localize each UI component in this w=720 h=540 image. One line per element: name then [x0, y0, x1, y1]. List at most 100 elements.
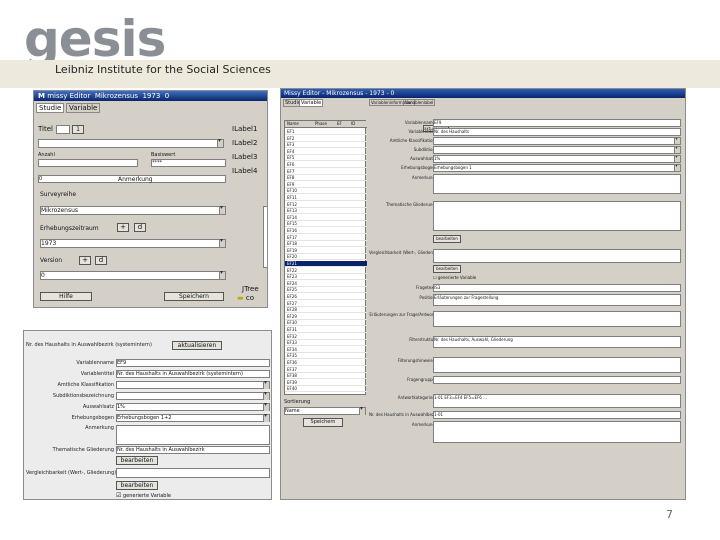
table-row[interactable]: EF33: [285, 340, 367, 347]
zoom-variablentitel-field[interactable]: Nr. des Haushalts in Auswahlbezirk (syst…: [116, 370, 270, 378]
table-row[interactable]: EF10: [285, 188, 367, 195]
zoom-subdiktion-select[interactable]: [116, 390, 270, 400]
form-field[interactable]: [433, 249, 681, 263]
zoom-erhebungsbogen-select[interactable]: Erhebungsbogen 1+2: [116, 412, 270, 422]
form-field[interactable]: [433, 201, 681, 231]
table-row[interactable]: EF19: [285, 248, 367, 254]
table-row[interactable]: EF20: [285, 254, 367, 261]
col-name-header[interactable]: Name: [287, 121, 299, 126]
form-field[interactable]: IS3: [433, 284, 681, 292]
var-tab-variable[interactable]: Variable: [299, 99, 324, 107]
table-row[interactable]: EF39: [285, 380, 367, 386]
subtab-label[interactable]: Variablenlabel: [403, 99, 436, 106]
table-row[interactable]: EF30: [285, 320, 367, 327]
zoom-anmerkung-field[interactable]: [116, 425, 270, 445]
zoom-aktualisieren-button[interactable]: aktualisieren: [172, 341, 222, 350]
zoom-klassifikation-select[interactable]: [116, 379, 270, 389]
period-delete-button[interactable]: d: [134, 223, 146, 232]
zoom-variablenname-field[interactable]: EF9: [116, 359, 270, 367]
table-row[interactable]: EF4: [285, 149, 367, 155]
tree-item-0[interactable]: ▬ co: [237, 294, 254, 302]
tab-studie[interactable]: Studie: [36, 103, 65, 113]
table-row[interactable]: EF7: [285, 169, 367, 175]
table-row[interactable]: EF24: [285, 281, 367, 287]
zoom-vergleich-bearbeiten-button[interactable]: bearbeiten: [116, 481, 158, 490]
table-row[interactable]: EF11: [285, 195, 367, 201]
table-row[interactable]: EF32: [285, 334, 367, 340]
tab-variable[interactable]: Variable: [66, 103, 101, 113]
table-row[interactable]: EF9: [285, 182, 367, 188]
speichern-button[interactable]: Speichern: [164, 292, 224, 301]
table-row[interactable]: EF29: [285, 314, 367, 320]
sortierung-select[interactable]: Name: [284, 405, 366, 415]
form-field[interactable]: EF9: [433, 119, 681, 127]
period-add-button[interactable]: +: [117, 223, 129, 232]
table-row[interactable]: EF40: [285, 386, 367, 393]
table-row[interactable]: EF36: [285, 360, 367, 366]
var-speichern-button[interactable]: Speichern: [303, 418, 343, 427]
form-field[interactable]: Erhebungsbogen 1: [433, 164, 681, 172]
thema-bearbeiten-button[interactable]: bearbeiten: [433, 235, 461, 243]
anzahl-field[interactable]: [38, 159, 138, 167]
version-select[interactable]: 0: [40, 269, 226, 280]
title-button[interactable]: 1: [72, 125, 84, 134]
table-row[interactable]: EF13: [285, 208, 367, 215]
hilfe-button[interactable]: Hilfe: [40, 292, 92, 301]
zoom-auswahlsatz-select[interactable]: 1%: [116, 401, 270, 411]
col-id-header[interactable]: ID: [351, 121, 355, 126]
form-field[interactable]: [433, 311, 681, 327]
period-select[interactable]: 1973: [40, 237, 226, 248]
top-select[interactable]: [38, 137, 224, 148]
ilabel-list[interactable]: [263, 206, 267, 268]
form-field[interactable]: [433, 357, 681, 373]
form-field[interactable]: [433, 146, 681, 154]
table-row[interactable]: EF34: [285, 347, 367, 353]
form-field[interactable]: [433, 421, 681, 443]
table-row[interactable]: EF17: [285, 235, 367, 241]
zoom-vergleichbarkeit-field[interactable]: [116, 468, 270, 478]
version-add-button[interactable]: +: [79, 256, 91, 265]
table-row[interactable]: EF35: [285, 353, 367, 360]
zoom-thematische-field[interactable]: Nr. des Haushalts in Auswahlbezirk: [116, 446, 270, 454]
table-row[interactable]: EF6: [285, 162, 367, 168]
table-row[interactable]: EF25: [285, 287, 367, 294]
table-row[interactable]: EF12: [285, 202, 367, 208]
table-row[interactable]: EF3: [285, 142, 367, 149]
table-row[interactable]: EF14: [285, 215, 367, 221]
var-generated-checkbox[interactable]: ☐ generierte Variable: [433, 275, 476, 280]
col-phase-header[interactable]: Phase: [315, 121, 327, 126]
table-row[interactable]: EF28: [285, 307, 367, 314]
col-ef-header[interactable]: EF: [337, 121, 342, 126]
survey-select[interactable]: Mikrozensus: [40, 204, 226, 215]
title-field[interactable]: [56, 125, 70, 134]
table-row[interactable]: EF27: [285, 301, 367, 307]
zoom-generated-checkbox[interactable]: ☑ generierte Variable: [116, 492, 171, 499]
table-row[interactable]: EF37: [285, 367, 367, 373]
form-field[interactable]: [433, 174, 681, 194]
version-delete-button[interactable]: d: [95, 256, 107, 265]
table-row[interactable]: EF1: [285, 129, 367, 135]
form-field[interactable]: 1-01: [433, 411, 681, 419]
basiswert-field[interactable]: ****: [151, 159, 226, 167]
table-row[interactable]: EF22: [285, 268, 367, 274]
zoom-thema-bearbeiten-button[interactable]: bearbeiten: [116, 456, 158, 465]
vergleich-bearbeiten-button[interactable]: bearbeiten: [433, 265, 461, 273]
table-row[interactable]: EF16: [285, 228, 367, 234]
table-row[interactable]: EF18: [285, 241, 367, 248]
form-field[interactable]: Erläuterungen zur Fragestellung: [433, 294, 681, 306]
table-row[interactable]: EF23: [285, 274, 367, 281]
form-field[interactable]: Nr. des Haushalts, Auswahl, Gliederung: [433, 336, 681, 348]
table-row[interactable]: EF26: [285, 294, 367, 300]
form-field[interactable]: 1%: [433, 155, 681, 163]
form-field[interactable]: Nr. des Haushalts: [433, 128, 681, 136]
table-row[interactable]: EF2: [285, 136, 367, 142]
form-field[interactable]: [433, 376, 681, 384]
form-field[interactable]: 1-01 EF3=EF4 EF5=EF6 ...: [433, 394, 681, 408]
table-row[interactable]: EF38: [285, 373, 367, 380]
form-field[interactable]: [433, 137, 681, 145]
table-row[interactable]: EF8: [285, 175, 367, 182]
table-row[interactable]: EF15: [285, 221, 367, 228]
table-row[interactable]: EF5: [285, 155, 367, 162]
table-row[interactable]: EF31: [285, 327, 367, 333]
table-row[interactable]: EF21: [285, 261, 367, 267]
